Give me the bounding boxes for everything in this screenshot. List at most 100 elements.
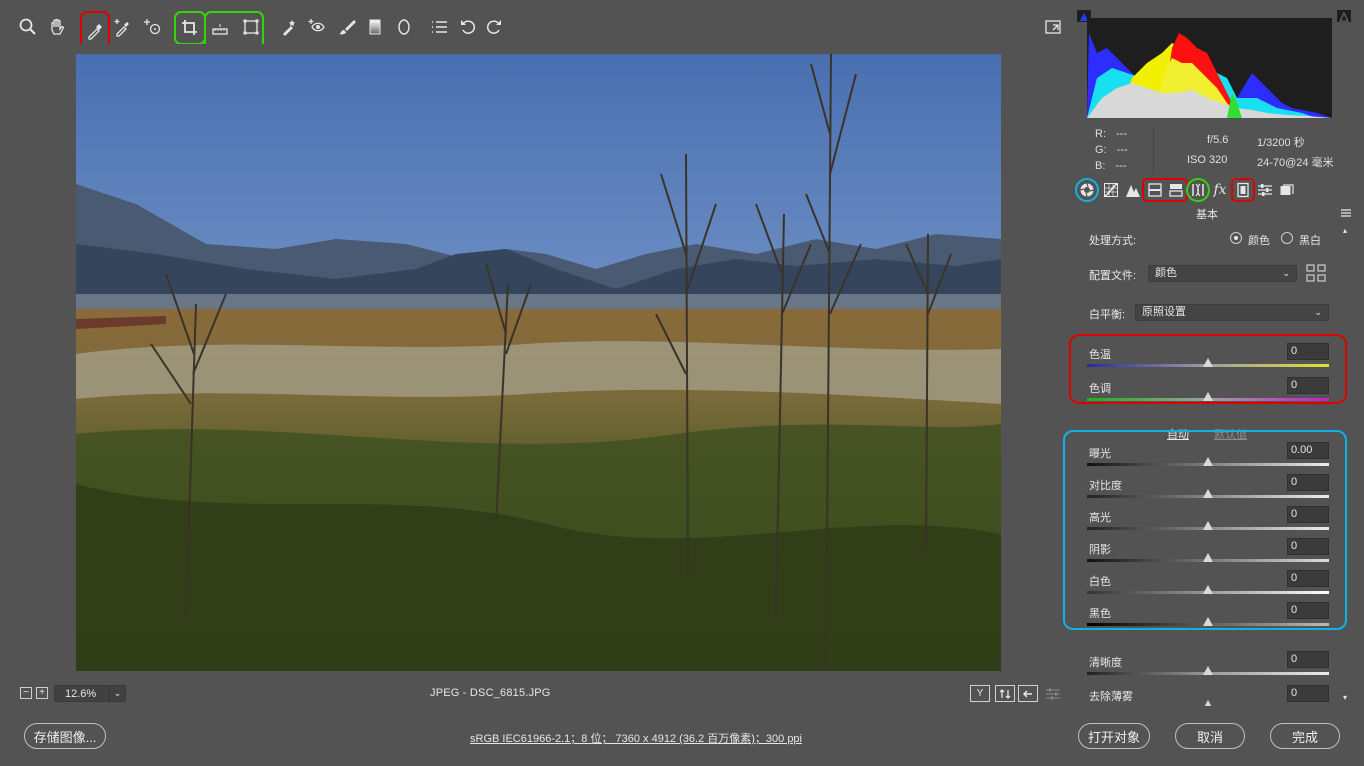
- blacks-value[interactable]: 0: [1287, 602, 1329, 619]
- tab-snapshots[interactable]: [1277, 180, 1297, 200]
- contrast-value[interactable]: 0: [1287, 474, 1329, 491]
- swap-before-after-button[interactable]: [995, 685, 1015, 702]
- lens-value: 24-70@24 毫米: [1257, 157, 1334, 169]
- save-image-button[interactable]: 存储图像...: [24, 723, 106, 749]
- preview-settings-button[interactable]: [1043, 685, 1063, 702]
- graduated-filter-icon: [369, 19, 381, 35]
- tab-camera-calibration[interactable]: [1231, 178, 1255, 202]
- blacks-thumb[interactable]: [1203, 617, 1213, 626]
- g-value: ---: [1116, 144, 1128, 156]
- spot-removal-tool[interactable]: [276, 14, 302, 40]
- graduated-filter-tool[interactable]: [362, 14, 388, 40]
- crop-tool[interactable]: [174, 11, 206, 45]
- default-button[interactable]: 默认值: [1214, 426, 1247, 442]
- rotate-ccw-tool[interactable]: [455, 14, 481, 40]
- clarity-value[interactable]: 0: [1287, 651, 1329, 668]
- swap-icon: [999, 688, 1011, 699]
- contrast-thumb[interactable]: [1203, 489, 1213, 498]
- landscape-image: [76, 54, 1001, 671]
- auto-button[interactable]: 自动: [1167, 426, 1189, 442]
- aperture-value: f/5.6: [1207, 134, 1229, 146]
- tab-detail[interactable]: [1123, 180, 1143, 200]
- open-object-button[interactable]: 打开对象: [1078, 723, 1150, 749]
- scroll-up-icon[interactable]: ▴: [1343, 226, 1347, 235]
- panel-menu-icon[interactable]: [1340, 208, 1352, 218]
- profile-browser-button[interactable]: [1306, 264, 1326, 282]
- profile-value: 颜色: [1155, 267, 1177, 279]
- before-after-toggle[interactable]: Y: [970, 685, 990, 702]
- preferences-tool[interactable]: [426, 14, 452, 40]
- b-value: ---: [1115, 160, 1127, 172]
- red-eye-tool[interactable]: [304, 14, 330, 40]
- treatment-color-radio[interactable]: [1230, 232, 1242, 244]
- target-adjust-icon: [144, 19, 161, 35]
- sliders-icon: [1258, 184, 1272, 196]
- done-button[interactable]: 完成: [1270, 723, 1340, 749]
- white-balance-tool[interactable]: [80, 11, 110, 50]
- temp-thumb[interactable]: [1203, 358, 1213, 367]
- tone-curve-icon: [1104, 183, 1118, 197]
- snapshots-icon: [1280, 184, 1294, 195]
- file-name: JPEG - DSC_6815.JPG: [430, 687, 551, 699]
- zoom-out-button[interactable]: −: [20, 687, 32, 699]
- whites-value[interactable]: 0: [1287, 570, 1329, 587]
- tab-effects[interactable]: fx: [1210, 180, 1230, 200]
- workflow-options-link[interactable]: sRGB IEC61966-2.1；8 位； 7360 x 4912 (36.2…: [470, 730, 802, 746]
- transform-tool[interactable]: [238, 14, 264, 40]
- image-editor-area: − + 12.6% ⌄ JPEG - DSC_6815.JPG Y: [10, 10, 1069, 706]
- aperture-icon: [1080, 183, 1094, 197]
- bottom-bar: 存储图像... sRGB IEC61966-2.1；8 位； 7360 x 49…: [0, 706, 1364, 766]
- wb-select[interactable]: 原照设置 ⌄: [1135, 304, 1329, 321]
- tab-presets[interactable]: [1255, 180, 1275, 200]
- highlights-thumb[interactable]: [1203, 521, 1213, 530]
- tab-split-toning[interactable]: [1166, 180, 1186, 200]
- exposure-value[interactable]: 0.00: [1287, 442, 1329, 459]
- photo-preview[interactable]: [76, 54, 1001, 671]
- tab-basic[interactable]: [1075, 178, 1099, 202]
- profile-select[interactable]: 颜色 ⌄: [1148, 265, 1297, 282]
- chevron-down-icon: ⌄: [109, 686, 125, 701]
- hand-tool[interactable]: [44, 14, 70, 40]
- clarity-thumb[interactable]: [1203, 666, 1213, 675]
- cancel-button[interactable]: 取消: [1175, 723, 1245, 749]
- tint-thumb[interactable]: [1203, 392, 1213, 401]
- panel-scrollbar[interactable]: ▴ ▾: [1343, 226, 1351, 702]
- r-label: R:: [1095, 128, 1106, 140]
- treatment-bw-radio[interactable]: [1281, 232, 1293, 244]
- image-canvas[interactable]: [10, 44, 1069, 674]
- status-bar: − + 12.6% ⌄ JPEG - DSC_6815.JPG Y: [10, 684, 1069, 706]
- tab-tone-curve[interactable]: [1101, 180, 1121, 200]
- scroll-down-icon[interactable]: ▾: [1343, 693, 1347, 702]
- dehaze-label: 去除薄雾: [1089, 691, 1133, 703]
- pixel-info: R: --- G: --- B: --- f/5.6 1/3200 秒 ISO 320…: [1077, 124, 1354, 178]
- tint-value[interactable]: 0: [1287, 377, 1329, 394]
- rotate-cw-tool[interactable]: [481, 14, 507, 40]
- dehaze-value[interactable]: 0: [1287, 685, 1329, 702]
- shadows-value[interactable]: 0: [1287, 538, 1329, 555]
- shadows-thumb[interactable]: [1203, 553, 1213, 562]
- highlight-clipping-warning[interactable]: [1337, 10, 1351, 22]
- radial-filter-tool[interactable]: [391, 14, 417, 40]
- highlights-value[interactable]: 0: [1287, 506, 1329, 523]
- radial-filter-icon: [398, 19, 410, 35]
- temp-value[interactable]: 0: [1287, 343, 1329, 360]
- lens-icon: [1192, 183, 1204, 197]
- r-readout: R: ---: [1095, 128, 1127, 140]
- whites-thumb[interactable]: [1203, 585, 1213, 594]
- histogram: [1077, 10, 1354, 124]
- zoom-select[interactable]: 12.6% ⌄: [54, 685, 126, 702]
- exposure-thumb[interactable]: [1203, 457, 1213, 466]
- adjustment-brush-tool[interactable]: [334, 14, 360, 40]
- menu-icon: [1341, 209, 1351, 217]
- detail-icon: [1126, 185, 1140, 197]
- copy-settings-button[interactable]: [1018, 685, 1038, 702]
- wb-value: 原照设置: [1142, 306, 1186, 318]
- tab-lens-corrections[interactable]: [1186, 178, 1210, 202]
- fx-icon: fx: [1213, 182, 1227, 198]
- targeted-adjustment-tool[interactable]: [140, 14, 166, 40]
- fullscreen-tool[interactable]: [1040, 14, 1066, 40]
- color-sampler-tool[interactable]: [110, 14, 136, 40]
- info-divider: [1153, 128, 1154, 174]
- zoom-tool[interactable]: [15, 14, 41, 40]
- zoom-in-button[interactable]: +: [36, 687, 48, 699]
